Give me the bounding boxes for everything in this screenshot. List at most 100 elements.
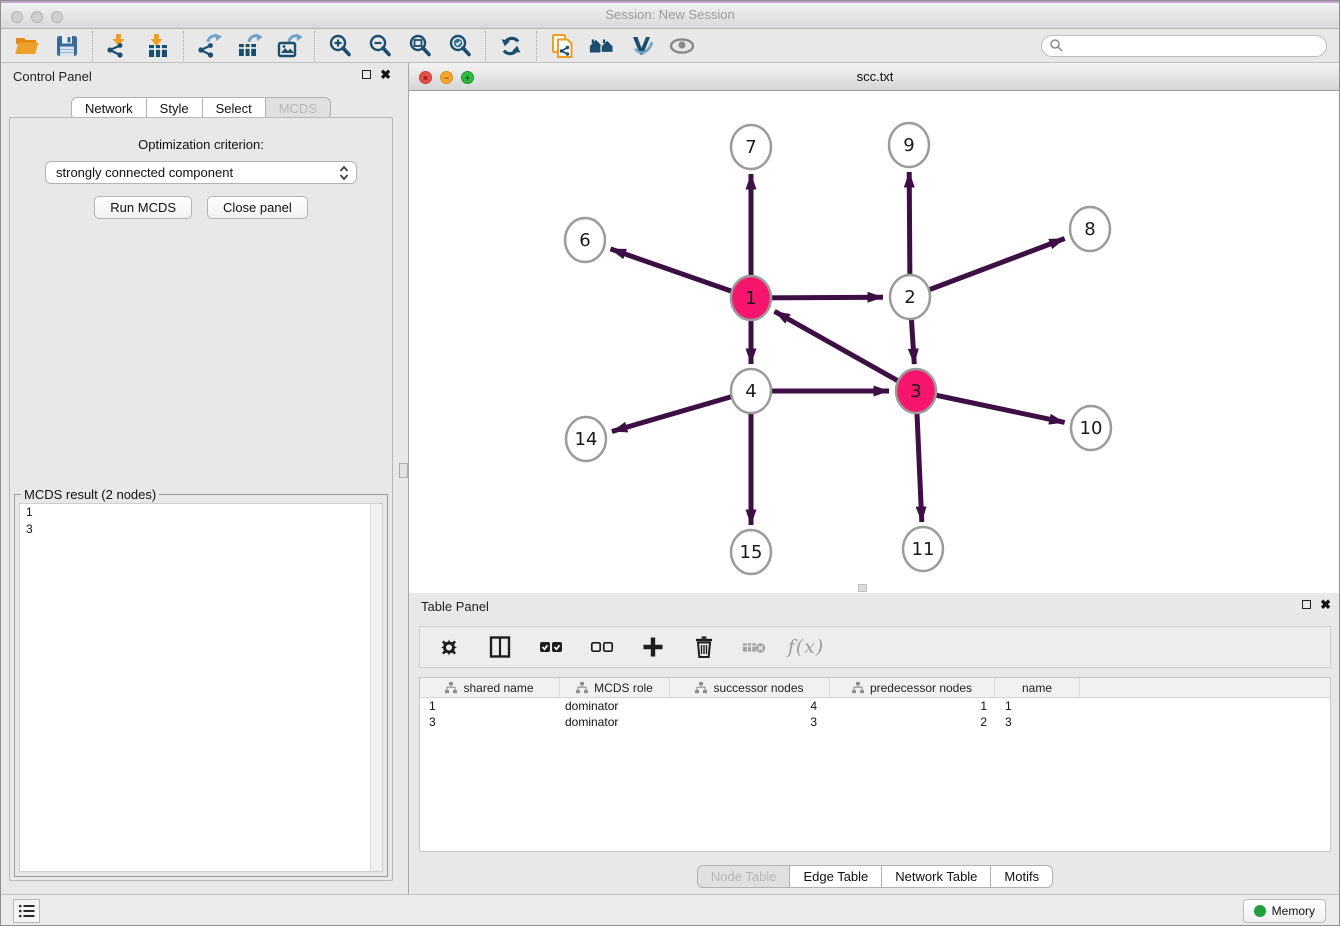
graph-node-11[interactable]: 11	[903, 527, 943, 571]
visual-styles-icon[interactable]	[628, 32, 656, 60]
toolbar-separator	[314, 31, 315, 61]
export-image-icon[interactable]	[275, 32, 303, 60]
close-panel-button[interactable]: Close panel	[207, 196, 308, 219]
show-details-eye-icon[interactable]	[668, 32, 696, 60]
column-header-shared-name[interactable]: shared name	[420, 678, 560, 697]
function-builder-icon[interactable]: f(x)	[793, 634, 819, 660]
zoom-fit-icon[interactable]	[406, 32, 434, 60]
tab-node-table[interactable]: Node Table	[697, 865, 791, 888]
svg-text:1: 1	[745, 288, 756, 309]
cell-shared-name[interactable]: 1	[420, 698, 560, 714]
svg-text:3: 3	[910, 381, 921, 402]
graph-edge-2-8[interactable]	[910, 239, 1065, 298]
flag-hierarchy-icon	[576, 682, 588, 694]
float-table-panel-icon[interactable]	[1302, 600, 1311, 609]
open-session-icon[interactable]	[13, 32, 41, 60]
delete-row-icon[interactable]	[691, 634, 717, 660]
import-table-icon[interactable]	[144, 32, 172, 60]
graph-node-6[interactable]: 6	[565, 218, 605, 262]
mcds-result-title: MCDS result (2 nodes)	[21, 487, 159, 502]
delete-column-icon[interactable]	[742, 634, 768, 660]
graph-edge-1-6[interactable]	[611, 249, 752, 298]
graph-node-14[interactable]: 14	[566, 417, 606, 461]
panel-divider-grip[interactable]	[399, 463, 408, 478]
titlebar: Session: New Session	[1, 1, 1339, 29]
search-input[interactable]	[1064, 36, 1326, 56]
tab-motifs[interactable]: Motifs	[991, 865, 1053, 888]
cell-successor-nodes[interactable]: 4	[670, 698, 830, 714]
result-scrollbar[interactable]	[370, 504, 382, 871]
svg-text:4: 4	[745, 381, 756, 402]
deselect-all-icon[interactable]	[589, 634, 615, 660]
cell-shared-name[interactable]: 3	[420, 714, 560, 730]
cell-predecessor-nodes[interactable]: 2	[830, 714, 995, 730]
table-panel-title: Table Panel	[421, 599, 489, 614]
memory-button[interactable]: Memory	[1243, 899, 1326, 923]
network-graph[interactable]: 7 9 6 8 1 2 4 3 14 10 15 11	[409, 91, 1340, 593]
column-header-predecessor-nodes[interactable]: predecessor nodes	[830, 678, 995, 697]
float-panel-icon[interactable]	[362, 70, 371, 79]
graph-node-1[interactable]: 1	[731, 276, 771, 320]
column-header-successor-nodes[interactable]: successor nodes	[670, 678, 830, 697]
graph-node-10[interactable]: 10	[1071, 406, 1111, 450]
graph-edge-3-10[interactable]	[916, 391, 1065, 422]
application-window: Session: New Session	[0, 0, 1340, 926]
toolbar-separator	[536, 31, 537, 61]
close-table-panel-icon[interactable]: ✖	[1320, 599, 1331, 610]
graph-node-7[interactable]: 7	[731, 125, 771, 169]
graph-edge-4-14[interactable]	[612, 391, 751, 432]
export-network-icon[interactable]	[195, 32, 223, 60]
graph-node-9[interactable]: 9	[889, 123, 929, 167]
home-icon[interactable]	[588, 32, 616, 60]
zoom-selected-icon[interactable]	[446, 32, 474, 60]
tab-edge-table[interactable]: Edge Table	[790, 865, 882, 888]
graph-node-4[interactable]: 4	[731, 369, 771, 413]
node-table[interactable]: shared name MCDS role successor nodes pr…	[419, 677, 1331, 852]
column-header-mcds-role[interactable]: MCDS role	[560, 678, 670, 697]
clone-network-icon[interactable]	[548, 32, 576, 60]
table-settings-icon[interactable]	[436, 634, 462, 660]
criterion-dropdown[interactable]: strongly connected component	[45, 161, 357, 184]
cell-predecessor-nodes[interactable]: 1	[830, 698, 995, 714]
mcds-result-text[interactable]: 1 3	[19, 503, 383, 872]
run-mcds-button[interactable]: Run MCDS	[94, 196, 192, 219]
search-icon	[1049, 38, 1064, 53]
mcds-panel: Optimization criterion: strongly connect…	[9, 117, 393, 881]
memory-label: Memory	[1272, 904, 1315, 918]
svg-text:14: 14	[575, 429, 598, 450]
cell-mcds-role[interactable]: dominator	[560, 714, 670, 730]
search-field[interactable]	[1041, 35, 1327, 57]
save-session-icon[interactable]	[53, 32, 81, 60]
toolbar-separator	[183, 31, 184, 61]
cell-name[interactable]: 1	[995, 698, 1080, 714]
apply-layout-icon[interactable]	[497, 32, 525, 60]
optimization-criterion-label: Optimization criterion:	[10, 137, 392, 152]
network-canvas[interactable]: 7 9 6 8 1 2 4 3 14 10 15 11	[409, 91, 1340, 593]
cell-successor-nodes[interactable]: 3	[670, 714, 830, 730]
canvas-scroll-handle[interactable]	[858, 584, 867, 592]
tab-network-table[interactable]: Network Table	[882, 865, 991, 888]
cell-mcds-role[interactable]: dominator	[560, 698, 670, 714]
export-table-icon[interactable]	[235, 32, 263, 60]
network-view-window: × − + scc.txt 7968124314101511	[409, 63, 1340, 593]
graph-node-3[interactable]: 3	[896, 369, 936, 413]
table-row[interactable]: 3 dominator 3 2 3	[420, 714, 1330, 730]
table-row[interactable]: 1 dominator 4 1 1	[420, 698, 1330, 714]
select-all-icon[interactable]	[538, 634, 564, 660]
close-panel-icon[interactable]: ✖	[380, 69, 391, 80]
zoom-out-icon[interactable]	[366, 32, 394, 60]
column-layout-icon[interactable]	[487, 634, 513, 660]
column-header-name[interactable]: name	[995, 678, 1080, 697]
result-line: 1	[20, 504, 382, 521]
graph-edge-3-1[interactable]	[775, 311, 917, 391]
add-row-icon[interactable]	[640, 634, 666, 660]
cell-name[interactable]: 3	[995, 714, 1080, 730]
graph-node-8[interactable]: 8	[1070, 207, 1110, 251]
flag-hierarchy-icon	[445, 682, 457, 694]
graph-node-2[interactable]: 2	[890, 275, 930, 319]
graph-node-15[interactable]: 15	[731, 530, 771, 574]
network-title: scc.txt	[409, 69, 1340, 84]
import-network-icon[interactable]	[104, 32, 132, 60]
zoom-in-icon[interactable]	[326, 32, 354, 60]
task-history-button[interactable]	[13, 899, 40, 923]
